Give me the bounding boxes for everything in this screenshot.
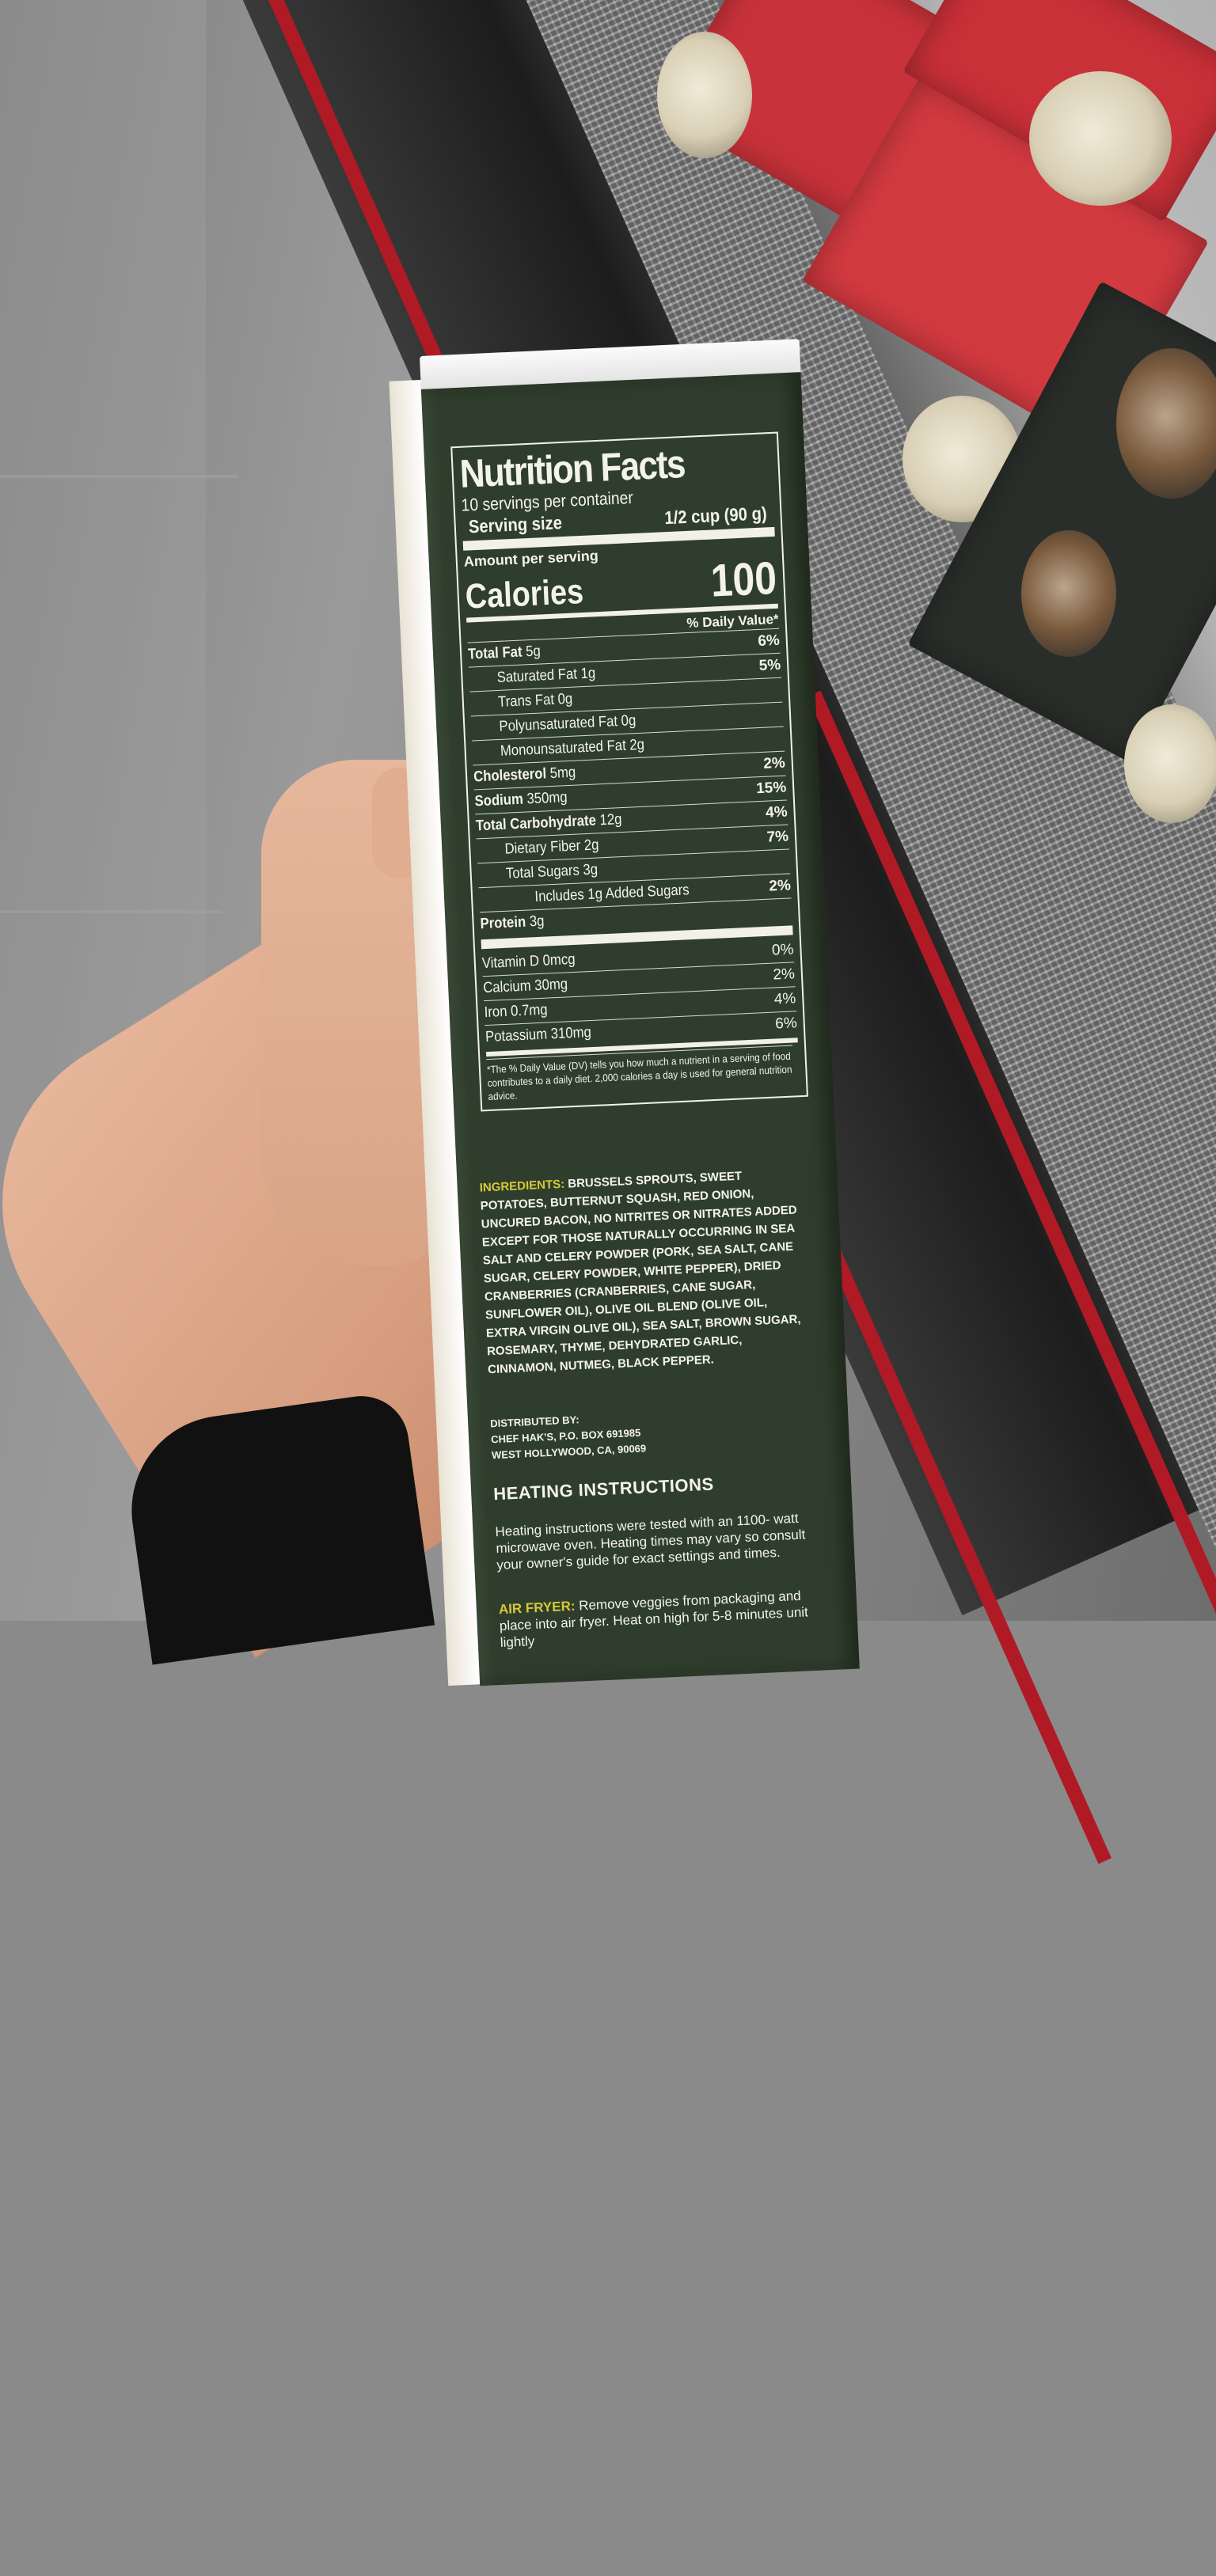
serving-size-label: Serving size [468,512,563,537]
box-side-panel: Nutrition Facts 10 servings per containe… [420,372,860,1686]
nutrient-dv: 2% [768,877,792,895]
nutrient-name: Sodium [474,791,524,810]
air-fryer-label: AIR FRYER: [498,1598,576,1618]
ingredients-list: INGREDIENTS: BRUSSELS SPROUTS, SWEET POT… [479,1164,812,1379]
nutrient-name: Cholesterol [473,765,547,786]
nutrient-dv: 6% [757,632,781,650]
nutrition-facts-panel: Nutrition Facts 10 servings per containe… [450,431,808,1112]
nutrient-label: Trans Fat 0g [497,690,573,711]
air-fryer-text: Remove veggies from packaging and place … [499,1588,809,1651]
nutrient-name: Protein [480,913,526,933]
nutrient-name: Total Carbohydrate [475,812,597,835]
nutrient-name: Total Fat [467,643,523,663]
nutrient-amount: 3g [525,912,545,931]
heating-instructions-body: Heating instructions were tested with an… [495,1510,806,1573]
food-bowl-image [1029,71,1172,206]
food-bowl-image [657,32,752,158]
ingredients-text: BRUSSELS SPROUTS, SWEET POTATOES, BUTTER… [480,1169,801,1377]
calories-value: 100 [709,552,778,607]
vitamin-dv: 6% [774,1015,798,1033]
vitamin-label: Iron 0.7mg [484,1001,549,1022]
nutrient-amount: 5mg [545,764,576,783]
floor-tile [0,475,238,478]
calories-label: Calories [464,571,585,616]
nutrient-dv: 2% [762,754,786,772]
heating-instructions-title: HEATING INSTRUCTIONS [492,1474,715,1504]
product-box: Nutrition Facts 10 servings per containe… [389,339,860,1686]
distributor-info: DISTRIBUTED BY: CHEF HAK'S, P.O. BOX 691… [490,1402,816,1464]
nutrient-dv: 15% [755,779,787,798]
serving-size-value: 1/2 cup (90 g) [663,503,768,529]
food-bowl-image [1124,704,1216,823]
vitamin-dv: 2% [772,966,796,984]
vitamin-dv: 0% [771,941,794,959]
nutrient-dv: 5% [758,656,781,674]
floor-tile [0,910,222,913]
nutrient-amount: 350mg [522,789,568,808]
vitamin-dv: 4% [773,990,796,1008]
nutrient-amount: 5g [522,643,542,661]
vitamin-label: Vitamin D 0mcg [481,950,576,973]
ingredients-label: INGREDIENTS: [479,1177,565,1195]
nutrient-dv: 4% [765,803,788,821]
vitamin-label: Potassium 310mg [484,1024,592,1046]
nutrient-amount: 12g [595,811,622,829]
food-bowl-image [1021,530,1116,657]
vitamin-label: Calcium 30mg [482,976,568,997]
nutrient-dv: 7% [766,828,789,846]
air-fryer-instructions: AIR FRYER: Remove veggies from packaging… [498,1587,816,1651]
